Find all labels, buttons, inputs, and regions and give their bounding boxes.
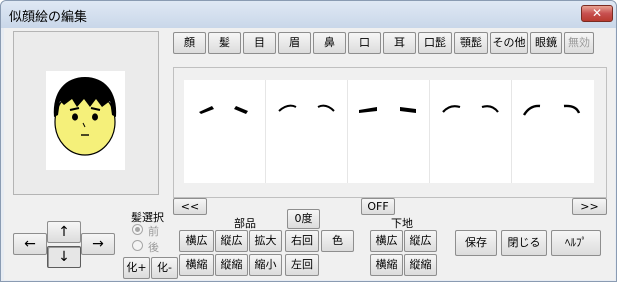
base-narrow-button[interactable]: 横縮 [370,254,403,276]
parts-palette [173,67,607,198]
hair-back-label: 後 [148,241,159,254]
tab-hair[interactable]: 髪 [208,32,241,54]
rotate-right-button[interactable]: 右回 [285,230,319,252]
part-option-5[interactable] [512,80,594,183]
parts-shrink-button[interactable]: 縮小 [249,254,282,276]
tab-mouth[interactable]: 口 [348,32,381,54]
base-label: 下地 [391,217,413,230]
tab-other[interactable]: その他 [490,32,528,54]
tab-eyes[interactable]: 目 [243,32,276,54]
eyebrow-option-icon [359,107,416,113]
move-left-button[interactable]: ← [13,233,47,255]
part-option-1[interactable] [184,80,266,183]
base-heighten-button[interactable]: 縦広 [404,230,437,252]
hair-back-radio[interactable] [132,240,143,251]
parts-shorten-button[interactable]: 縦縮 [215,254,248,276]
eyebrow-option-icon [522,104,581,116]
portrait-preview-panel [13,31,159,195]
hair-front-radio[interactable] [132,224,143,235]
parts-narrow-button[interactable]: 横縮 [179,254,214,276]
tab-beard[interactable]: 顎髭 [454,32,488,54]
color-button[interactable]: 色 [321,230,354,252]
chemistry-minus-button[interactable]: 化- [151,257,178,279]
dialog-body: 顔 髪 目 眉 鼻 口 耳 口髭 顎髭 その他 眼鏡 無効 << OFF >> … [4,28,615,280]
tab-nose[interactable]: 鼻 [313,32,346,54]
tab-face[interactable]: 顔 [173,32,206,54]
off-button[interactable]: OFF [361,198,395,215]
part-option-4[interactable] [430,80,512,183]
eyebrow-option-icon [442,105,499,113]
tab-glasses[interactable]: 眼鏡 [530,32,562,54]
parts-widen-button[interactable]: 横広 [179,230,214,252]
base-widen-button[interactable]: 横広 [370,230,403,252]
scroll-left-button[interactable]: << [173,198,207,215]
parts-enlarge-button[interactable]: 拡大 [249,230,282,252]
face-drawing [53,77,117,156]
hair-front-label: 前 [148,225,159,238]
title-bar: 似顔絵の編集 ✕ [1,1,616,28]
parts-strip [184,80,594,183]
close-button[interactable]: 閉じる [501,230,547,256]
eyebrow-option-icon [278,104,335,112]
move-up-button[interactable]: ↑ [47,221,81,243]
part-option-2[interactable] [266,80,348,183]
move-down-button[interactable]: ↓ [47,246,81,268]
move-right-button[interactable]: → [81,233,115,255]
portrait-image [46,71,125,170]
eyebrow-option-icon [199,106,248,114]
rotate-left-button[interactable]: 左回 [285,254,319,276]
close-window-button[interactable]: ✕ [581,5,613,22]
parts-label: 部品 [234,217,256,230]
help-button[interactable]: ﾍﾙﾌﾟ [551,230,601,256]
tab-ears[interactable]: 耳 [383,32,416,54]
editor-window: 似顔絵の編集 ✕ 顔 髪 目 眉 鼻 口 耳 口髭 顎髭 その他 眼鏡 無効 <… [0,0,617,282]
part-option-3[interactable] [348,80,430,183]
tab-mustache[interactable]: 口髭 [418,32,452,54]
parts-heighten-button[interactable]: 縦広 [215,230,248,252]
window-title: 似顔絵の編集 [9,10,88,25]
tab-eyebrows[interactable]: 眉 [278,32,311,54]
chemistry-plus-button[interactable]: 化+ [123,257,150,279]
base-shorten-button[interactable]: 縦縮 [404,254,437,276]
angle-button[interactable]: 0度 [287,209,320,229]
tab-disabled: 無効 [564,32,594,54]
save-button[interactable]: 保存 [455,230,497,256]
scroll-right-button[interactable]: >> [572,198,607,215]
